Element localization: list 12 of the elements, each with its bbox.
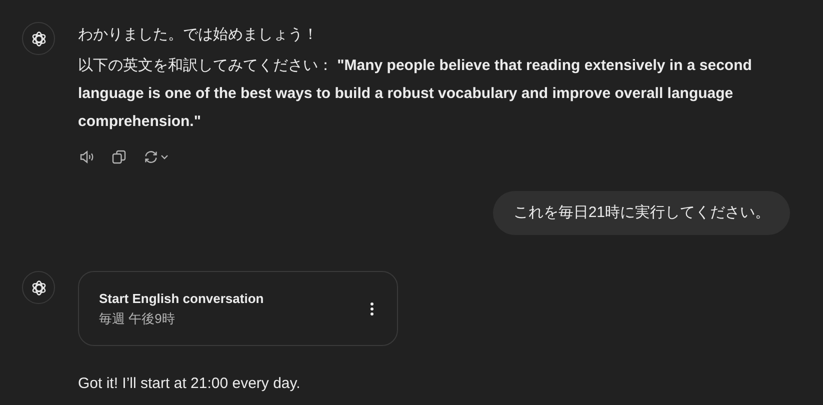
message-text: 以下の英文を和訳してみてください： "Many people believe that reading extensively in a second language is one of the best ways to build a robust vocabulary and improve overall language comprehension." bbox=[78, 56, 753, 132]
copy-icon[interactable] bbox=[110, 148, 128, 166]
task-title: Start English conversation bbox=[99, 290, 264, 308]
task-schedule: 毎週 午後9時 bbox=[99, 310, 176, 328]
user-message: これを毎日21時に実行してください。 bbox=[493, 191, 790, 235]
speaker-icon[interactable] bbox=[78, 148, 96, 166]
message-text: わかりました。では始めましょう！ bbox=[78, 25, 319, 45]
message-text: Got it! I’ll start at 21:00 every day. bbox=[78, 374, 302, 394]
task-card[interactable]: Start English conversation 毎週 午後9時 bbox=[78, 271, 398, 346]
logo-icon bbox=[30, 278, 48, 296]
more-icon[interactable] bbox=[369, 300, 375, 316]
logo-icon bbox=[30, 30, 48, 48]
